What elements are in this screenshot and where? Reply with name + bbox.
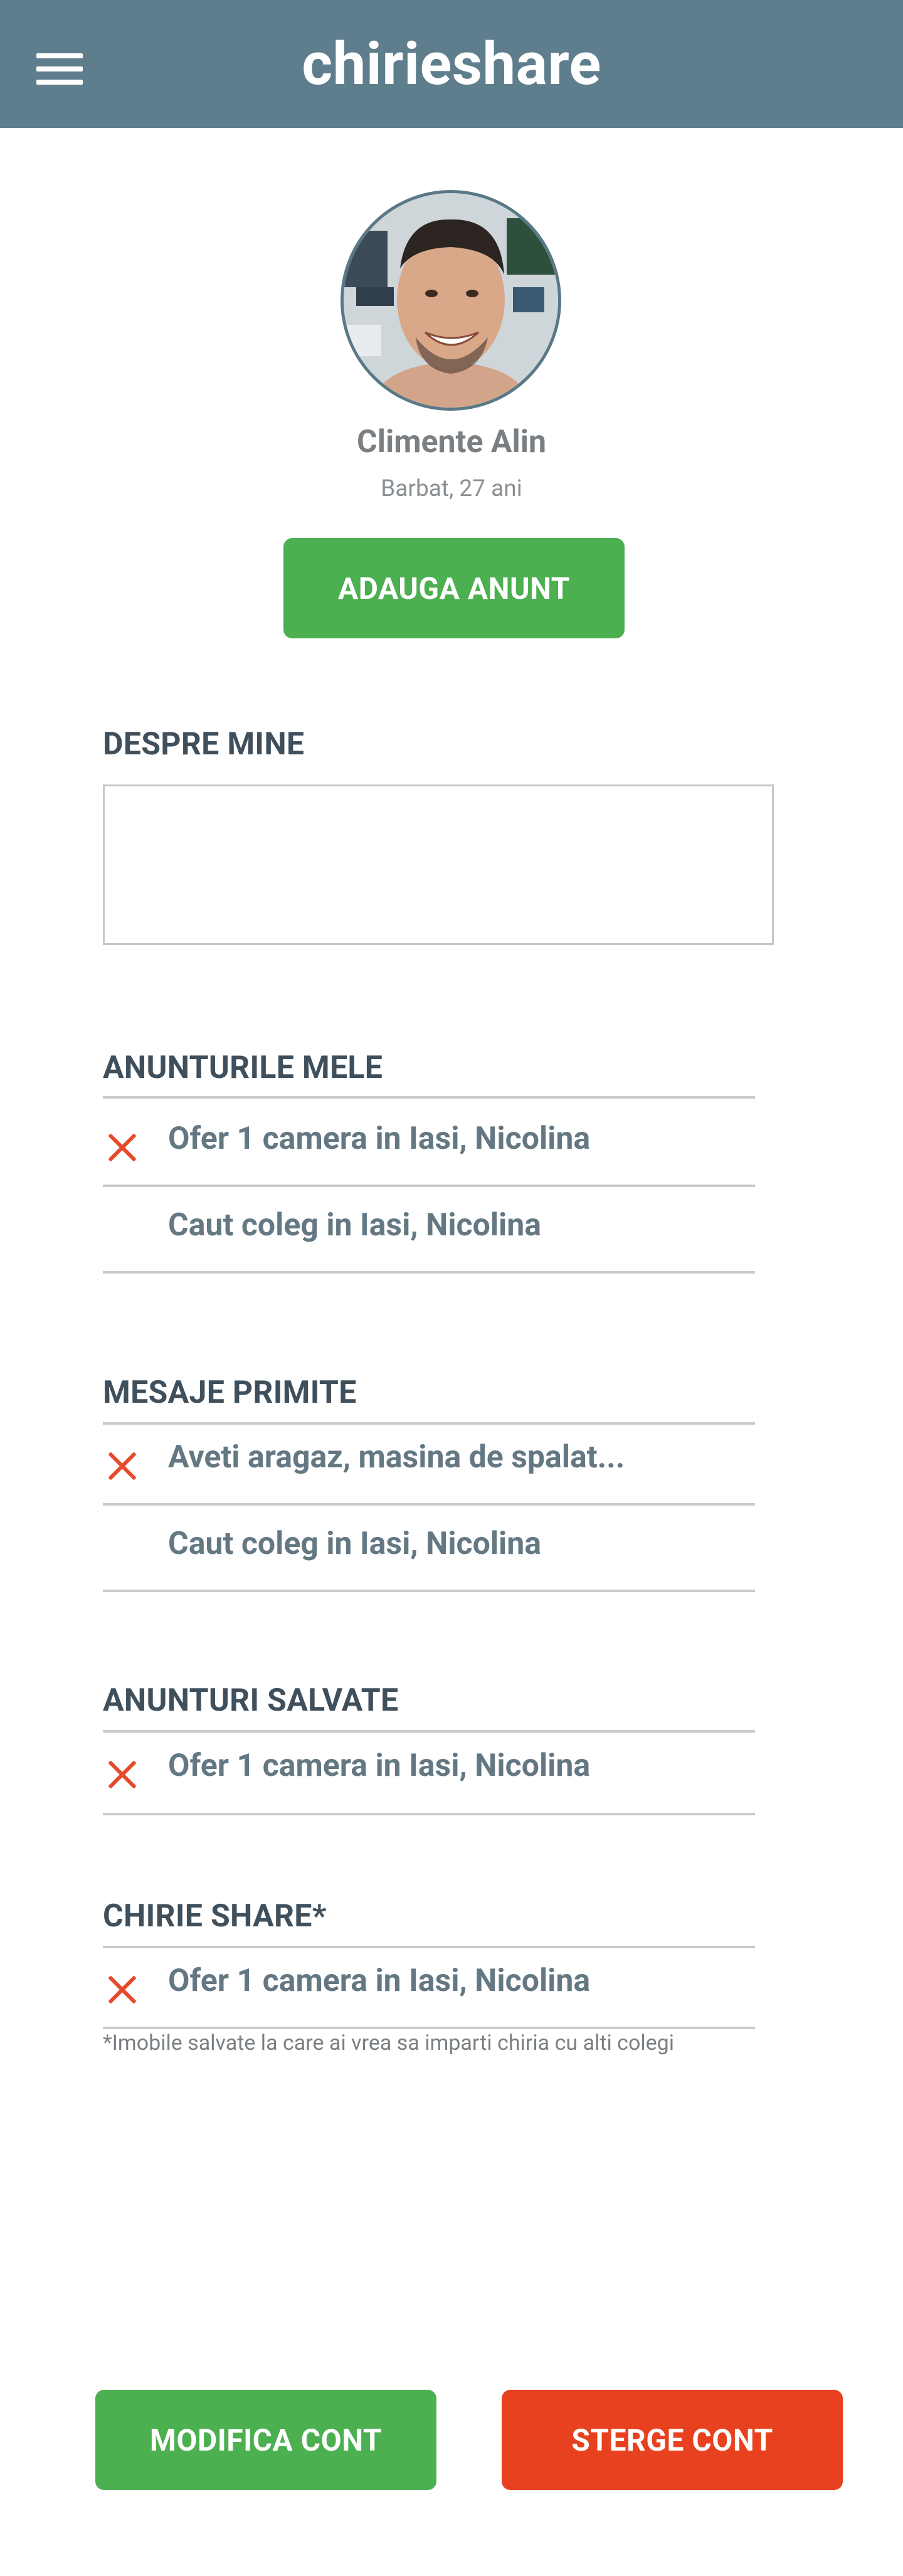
list-item[interactable]: Aveti aragaz, masina de spalat... — [103, 1425, 755, 1501]
messages-title: MESAJE PRIMITE — [103, 1375, 357, 1411]
list-item-label: Ofer 1 camera in Iasi, Nicolina — [168, 1121, 591, 1157]
divider — [103, 1590, 755, 1592]
divider — [103, 1946, 755, 1948]
divider — [103, 1096, 755, 1099]
share-title: CHIRIE SHARE* — [103, 1898, 327, 1935]
delete-icon[interactable] — [107, 1450, 138, 1482]
delete-account-button[interactable]: STERGE CONT — [502, 2390, 843, 2490]
profile-name: Climente Alin — [357, 424, 546, 460]
list-item[interactable]: Ofer 1 camera in Iasi, Nicolina — [103, 1949, 755, 2024]
list-item-label: Caut coleg in Iasi, Nicolina — [168, 1207, 542, 1243]
delete-icon[interactable] — [107, 1132, 138, 1163]
divider — [103, 2027, 755, 2029]
divider — [103, 1185, 755, 1187]
divider — [103, 1503, 755, 1506]
profile-details: Barbat, 27 ani — [381, 475, 522, 502]
divider — [103, 1730, 755, 1733]
about-title: DESPRE MINE — [103, 726, 305, 763]
my-listings-title: ANUNTURILE MELE — [103, 1050, 383, 1086]
list-item[interactable]: Caut coleg in Iasi, Nicolina — [103, 1512, 755, 1587]
delete-icon[interactable] — [107, 1759, 138, 1790]
list-item-label: Aveti aragaz, masina de spalat... — [168, 1439, 625, 1475]
app-header: chirieshare — [0, 0, 903, 128]
divider — [103, 1813, 755, 1815]
edit-account-button[interactable]: MODIFICA CONT — [95, 2390, 436, 2490]
avatar-portrait-image — [344, 193, 558, 408]
saved-title: ANUNTURI SALVATE — [103, 1682, 399, 1719]
list-item[interactable]: Caut coleg in Iasi, Nicolina — [103, 1193, 755, 1269]
delete-icon[interactable] — [107, 1974, 138, 2005]
list-item[interactable]: Ofer 1 camera in Iasi, Nicolina — [103, 1734, 755, 1809]
list-item-label: Ofer 1 camera in Iasi, Nicolina — [168, 1748, 591, 1784]
add-listing-button[interactable]: ADAUGA ANUNT — [283, 538, 625, 638]
avatar — [341, 190, 561, 411]
list-item-label: Ofer 1 camera in Iasi, Nicolina — [168, 1963, 591, 1999]
app-title: chirieshare — [302, 29, 601, 98]
list-item-label: Caut coleg in Iasi, Nicolina — [168, 1526, 542, 1562]
list-item[interactable]: Ofer 1 camera in Iasi, Nicolina — [103, 1107, 755, 1182]
divider — [103, 1271, 755, 1274]
share-footnote: *Imobile salvate la care ai vrea sa impa… — [103, 2030, 675, 2056]
about-input[interactable] — [103, 784, 774, 945]
divider — [103, 1422, 755, 1425]
